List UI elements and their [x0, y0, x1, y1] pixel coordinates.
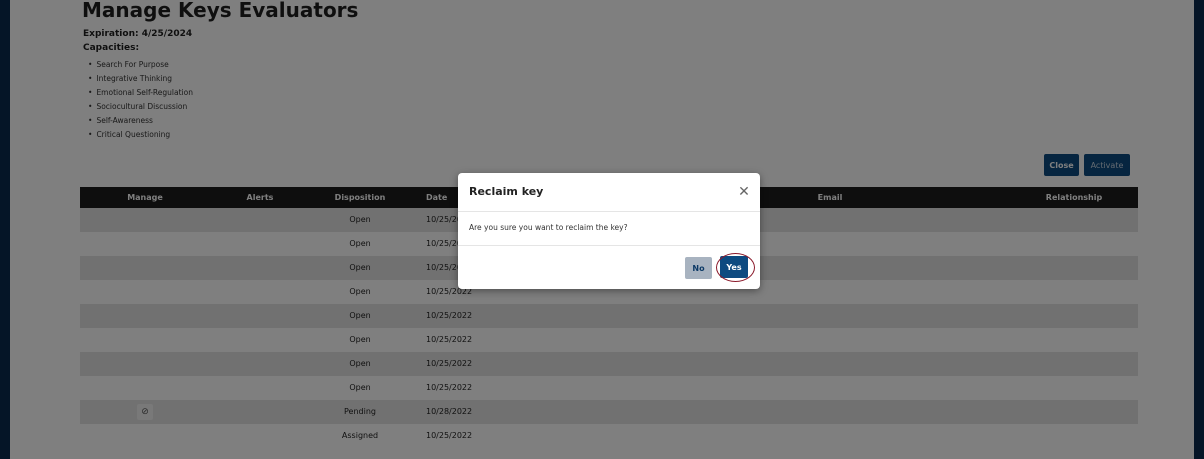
- dialog-header: Reclaim key ✕: [458, 173, 760, 212]
- dialog-title: Reclaim key: [469, 185, 544, 198]
- no-button[interactable]: No: [685, 257, 712, 279]
- app-window: Manage Keys Evaluators Expiration: 4/25/…: [0, 0, 1204, 459]
- dialog-body: Are you sure you want to reclaim the key…: [458, 212, 760, 246]
- dialog-message: Are you sure you want to reclaim the key…: [469, 223, 628, 232]
- close-icon[interactable]: ✕: [734, 182, 754, 202]
- reclaim-key-dialog: Reclaim key ✕ Are you sure you want to r…: [458, 173, 760, 289]
- yes-button[interactable]: Yes: [720, 256, 748, 278]
